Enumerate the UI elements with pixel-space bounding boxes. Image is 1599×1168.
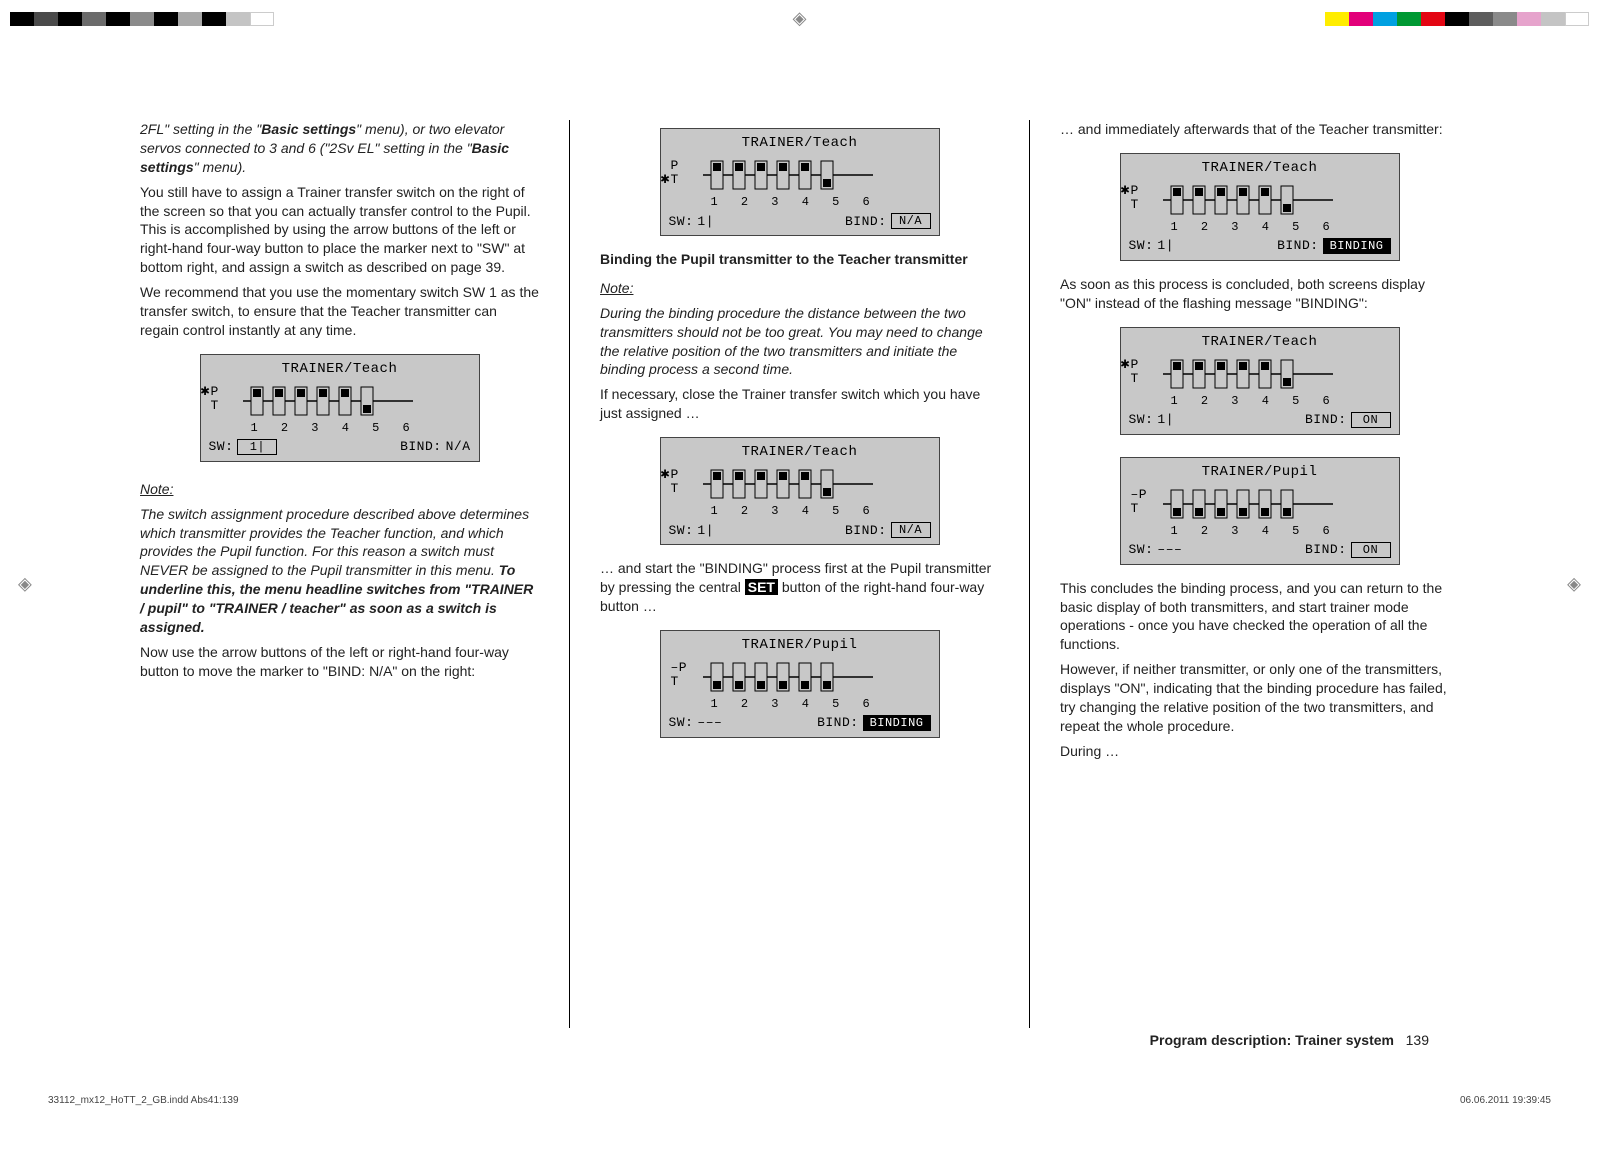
lcd-teach-2: TRAINER/Teach P ✱T 1 2 3 4 5 6 SW:1| BIN…: [660, 128, 940, 236]
col2-note-head: Note:: [600, 279, 999, 298]
col1-note-body: The switch assignment procedure describe…: [140, 505, 539, 637]
lcd-teach-3: TRAINER/Teach ✱P T 1 2 3 4 5 6 SW:1| BIN…: [660, 437, 940, 545]
col2-p2: … and start the "BINDING" process first …: [600, 559, 999, 616]
imprint-file: 33112_mx12_HoTT_2_GB.indd Abs41:139: [48, 1095, 239, 1106]
col1-p2: You still have to assign a Trainer trans…: [140, 183, 539, 277]
page-footer: Program description: Trainer system 139: [1150, 1032, 1429, 1048]
column-separator: [1029, 120, 1030, 1028]
column-separator: [569, 120, 570, 1028]
set-button-label: SET: [745, 579, 778, 595]
lcd-pupil-2: TRAINER/Pupil –P T 1 2 3 4 5 6 SW:––– BI…: [1120, 457, 1400, 565]
col3-p4: However, if neither transmitter, or only…: [1060, 660, 1459, 736]
column-1: 2FL" setting in the "Basic settings" men…: [140, 120, 539, 1028]
registration-mark-right: ◈: [1567, 574, 1581, 595]
registration-mark-left: ◈: [18, 574, 32, 595]
lcd-teach-1: TRAINER/Teach ✱P T 1 2 3 4 5 6 SW:1| BIN…: [200, 354, 480, 462]
col3-p3: This concludes the binding process, and …: [1060, 579, 1459, 655]
col1-p1: 2FL" setting in the "Basic settings" men…: [140, 120, 539, 177]
lcd-teach-4: TRAINER/Teach ✱P T 1 2 3 4 5 6 SW:1| BIN…: [1120, 153, 1400, 261]
print-color-bar: ◈: [0, 8, 1599, 29]
registration-mark-top: ◈: [793, 8, 807, 29]
col3-p1: … and immediately afterwards that of the…: [1060, 120, 1459, 139]
col3-p5: During …: [1060, 742, 1459, 761]
col1-p3: We recommend that you use the momentary …: [140, 283, 539, 340]
col2-p1: If necessary, close the Trainer transfer…: [600, 385, 999, 423]
column-2: TRAINER/Teach P ✱T 1 2 3 4 5 6 SW:1| BIN…: [600, 120, 999, 1028]
col1-note-head: Note:: [140, 480, 539, 499]
lcd-pupil-1: TRAINER/Pupil –P T 1 2 3 4 5 6 SW:––– BI…: [660, 630, 940, 738]
col1-p4: Now use the arrow buttons of the left or…: [140, 643, 539, 681]
imprint-timestamp: 06.06.2011 19:39:45: [1460, 1095, 1551, 1106]
col3-p2: As soon as this process is concluded, bo…: [1060, 275, 1459, 313]
column-3: … and immediately afterwards that of the…: [1060, 120, 1459, 1028]
col2-note-body: During the binding procedure the distanc…: [600, 304, 999, 380]
lcd-teach-5: TRAINER/Teach ✱P T 1 2 3 4 5 6 SW:1| BIN…: [1120, 327, 1400, 435]
col2-h1: Binding the Pupil transmitter to the Tea…: [600, 250, 999, 269]
